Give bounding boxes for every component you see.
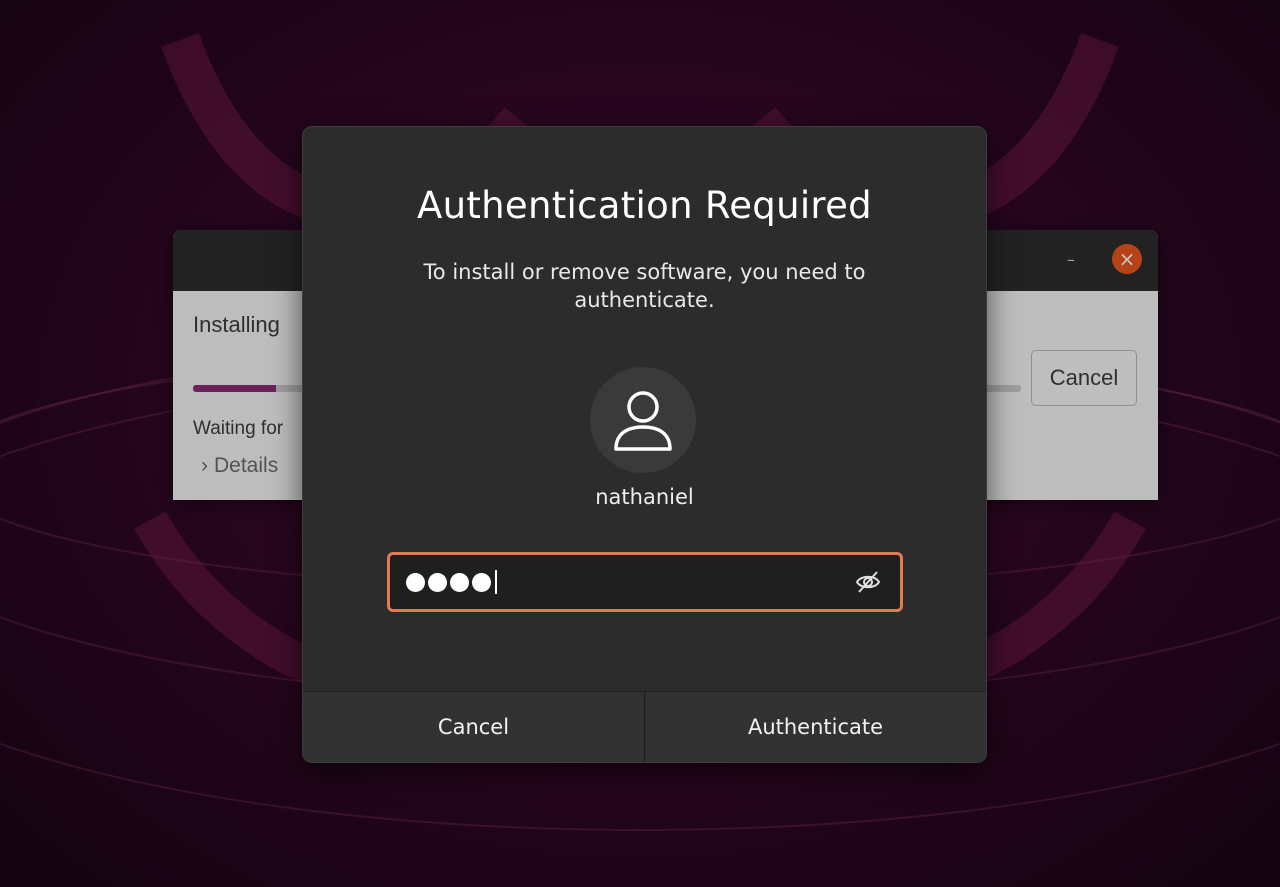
close-button[interactable]: × [1112, 244, 1142, 274]
cancel-button[interactable]: Cancel [303, 692, 644, 762]
password-dot [406, 572, 425, 592]
username-label: nathaniel [595, 485, 694, 509]
dialog-title: Authentication Required [417, 184, 872, 227]
text-caret [495, 570, 497, 594]
install-cancel-button[interactable]: Cancel [1031, 350, 1137, 406]
user-icon [614, 391, 672, 451]
dialog-button-bar: Cancel Authenticate [303, 691, 986, 762]
details-expander[interactable]: › Details [201, 454, 278, 478]
authentication-dialog: Authentication Required To install or re… [302, 126, 987, 763]
password-dot [428, 572, 447, 592]
chevron-right-icon: › [201, 454, 208, 477]
password-dot [472, 572, 491, 592]
password-input[interactable] [387, 552, 903, 612]
eye-slash-icon[interactable] [854, 568, 882, 596]
dialog-message: To install or remove software, you need … [423, 260, 866, 312]
install-progress-fill [193, 385, 276, 392]
user-avatar [590, 367, 696, 473]
password-dot [450, 572, 469, 592]
minimize-button[interactable]: – [1063, 250, 1079, 270]
install-status-text: Waiting for [193, 418, 284, 439]
password-mask [406, 570, 497, 594]
details-label: Details [214, 454, 279, 477]
install-heading: Installing [193, 312, 280, 337]
authenticate-button[interactable]: Authenticate [644, 692, 986, 762]
